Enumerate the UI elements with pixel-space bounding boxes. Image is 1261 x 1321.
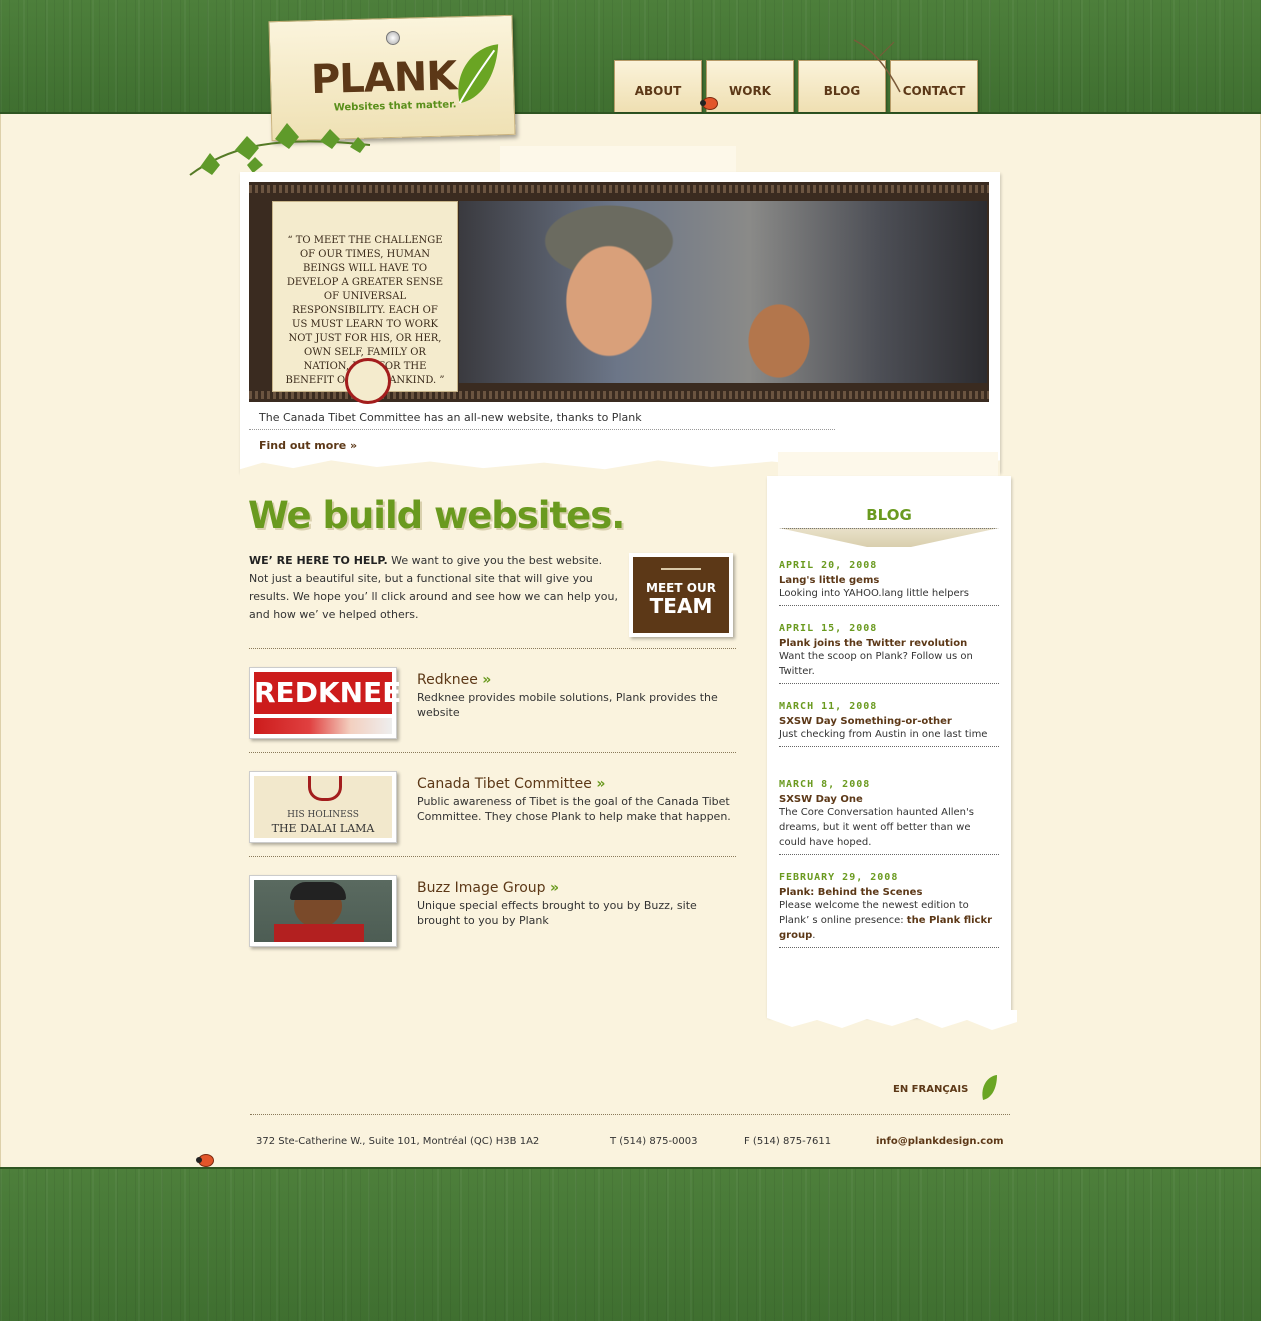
redknee-thumbnail[interactable]: REDKNEE <box>249 667 401 739</box>
footer-phone: T (514) 875-0003 <box>610 1136 698 1147</box>
seal-icon <box>345 358 391 404</box>
twig-decoration <box>853 39 901 93</box>
post-title[interactable]: Plank: Behind the Scenes <box>779 887 999 898</box>
divider <box>779 854 999 855</box>
blog-post: MARCH 8, 2008 SXSW Day One The Core Conv… <box>779 779 999 855</box>
chevron-right-icon: » <box>596 776 606 792</box>
post-title[interactable]: Plank joins the Twitter revolution <box>779 638 999 649</box>
chevron-right-icon: » <box>482 672 492 688</box>
project-title-tibet[interactable]: Canada Tibet Committee » <box>417 776 605 792</box>
meet-our-team-button[interactable]: MEET OUR TEAM <box>629 553 733 637</box>
divider <box>249 752 736 753</box>
post-date: MARCH 11, 2008 <box>779 701 878 712</box>
divider <box>779 683 999 684</box>
chevron-right-icon: » <box>550 880 560 896</box>
blog-post: APRIL 15, 2008 Plank joins the Twitter r… <box>779 623 999 684</box>
divider <box>779 605 999 606</box>
post-text: Please welcome the newest edition to Pla… <box>779 900 993 941</box>
redknee-wordmark: REDKNEE <box>254 672 401 714</box>
blog-sidebar: BLOG APRIL 20, 2008 Lang's little gems L… <box>767 476 1011 1016</box>
language-switch-link[interactable]: EN FRANÇAIS <box>893 1084 968 1095</box>
footer-address: 372 Ste-Catherine W., Suite 101, Montréa… <box>256 1136 540 1147</box>
post-text: Just checking from Austin in one last ti… <box>779 729 988 740</box>
team-badge: MEET OUR TEAM <box>633 557 729 633</box>
post-date: APRIL 15, 2008 <box>779 623 878 634</box>
project-desc: Redknee provides mobile solutions, Plank… <box>417 691 718 719</box>
blog-post: MARCH 11, 2008 SXSW Day Something-or-oth… <box>779 701 999 747</box>
post-date: APRIL 20, 2008 <box>779 560 878 571</box>
post-title[interactable]: Lang's little gems <box>779 575 999 586</box>
feature-photo[interactable] <box>459 201 987 383</box>
seal-icon <box>308 776 342 801</box>
leaf-icon <box>982 1075 997 1100</box>
post-title[interactable]: SXSW Day Something-or-other <box>779 716 999 727</box>
find-out-more-link[interactable]: Find out more » <box>259 439 357 452</box>
dalai-lama-card: HIS HOLINESS THE DALAI LAMA <box>254 776 392 838</box>
thumb-line1: HIS HOLINESS <box>287 810 359 820</box>
team-line1: MEET OUR <box>646 581 716 595</box>
blog-post: FEBRUARY 29, 2008 Plank: Behind the Scen… <box>779 872 999 948</box>
divider <box>249 648 736 649</box>
jersey <box>274 924 364 942</box>
blog-post: APRIL 20, 2008 Lang's little gems Lookin… <box>779 560 999 606</box>
buzz-thumbnail[interactable] <box>249 875 397 947</box>
divider <box>249 856 736 857</box>
ladybug-icon <box>196 1154 214 1167</box>
footer-fax: F (514) 875-7611 <box>744 1136 832 1147</box>
blog-heading-arrow <box>779 528 999 547</box>
intro-lead: WE’ RE HERE TO HELP. <box>249 554 388 567</box>
post-title[interactable]: SXSW Day One <box>779 794 999 805</box>
beaver-image <box>254 880 392 942</box>
project-title-redknee[interactable]: Redknee » <box>417 672 491 688</box>
blog-heading: BLOG <box>866 506 912 524</box>
feature-quote: “ TO MEET THE CHALLENGE OF OUR TIMES, HU… <box>272 201 458 404</box>
feature-caption: The Canada Tibet Committee has an all-ne… <box>259 411 642 424</box>
post-text: The Core Conversation haunted Allen's dr… <box>779 807 974 848</box>
wood-footer-background <box>0 1167 1261 1321</box>
nav-about[interactable]: ABOUT <box>614 60 702 112</box>
redknee-strip <box>254 718 392 734</box>
project-desc: Unique special effects brought to you by… <box>417 899 697 927</box>
helmet <box>290 882 346 900</box>
project-title-buzz[interactable]: Buzz Image Group » <box>417 880 559 896</box>
divider <box>779 746 999 747</box>
ladybug-icon <box>700 97 718 110</box>
feature-panel: “ TO MEET THE CHALLENGE OF OUR TIMES, HU… <box>240 172 1000 472</box>
nav-work[interactable]: WORK <box>706 60 794 112</box>
redknee-logo: REDKNEE <box>254 672 401 734</box>
team-line2: TEAM <box>649 594 713 618</box>
footer-divider <box>250 1114 1010 1115</box>
post-date: FEBRUARY 29, 2008 <box>779 872 899 883</box>
footer-email-link[interactable]: info@plankdesign.com <box>876 1136 1004 1147</box>
divider <box>779 947 999 948</box>
post-text: Want the scoop on Plank? Follow us on Tw… <box>779 651 973 677</box>
main-nav: ABOUT WORK BLOG CONTACT <box>614 60 978 112</box>
thumb-line2: THE DALAI LAMA <box>271 822 375 835</box>
divider <box>249 429 835 430</box>
project-desc: Public awareness of Tibet is the goal of… <box>417 795 731 823</box>
tibet-thumbnail[interactable]: HIS HOLINESS THE DALAI LAMA <box>249 771 397 843</box>
page-headline: We build websites. <box>248 494 625 537</box>
leaf-icon <box>458 44 499 104</box>
intro-text: WE’ RE HERE TO HELP. We want to give you… <box>249 552 621 624</box>
team-badge-rule <box>661 568 701 570</box>
pushpin-icon <box>385 30 401 46</box>
post-text: Looking into YAHOO.lang little helpers <box>779 588 969 599</box>
post-date: MARCH 8, 2008 <box>779 779 871 790</box>
